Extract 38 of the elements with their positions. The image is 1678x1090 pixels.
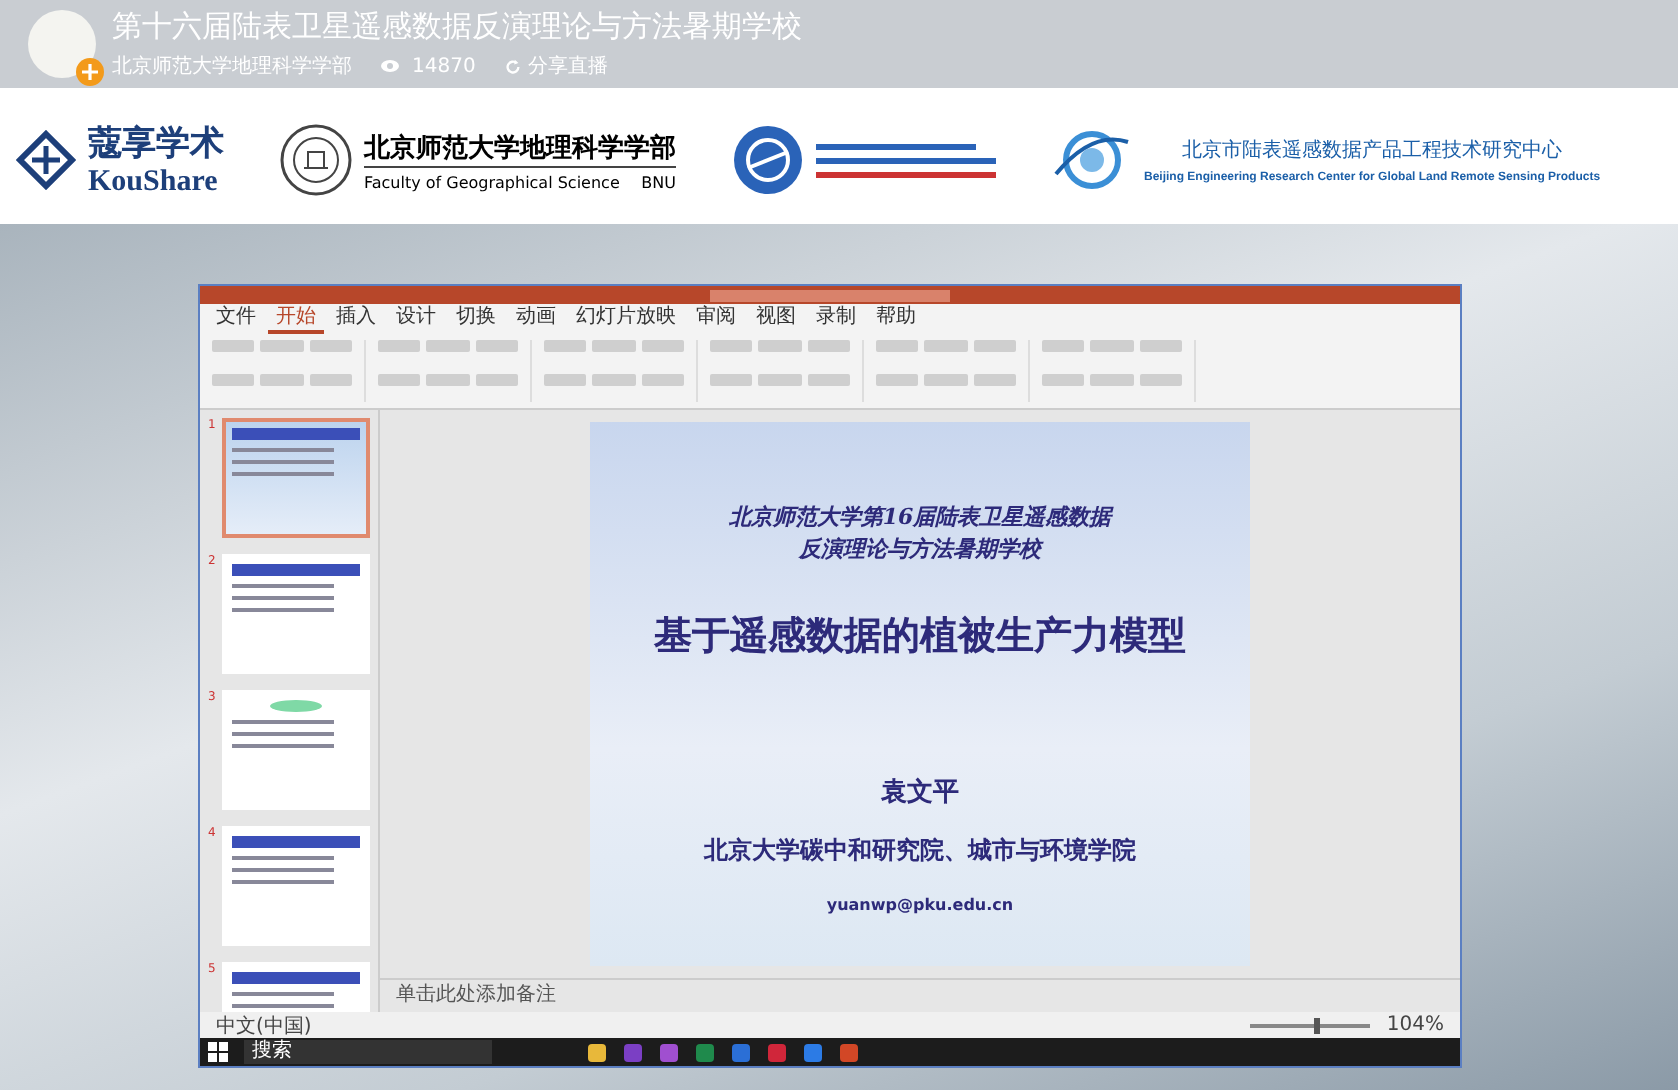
slide-thumbnail[interactable] <box>222 826 370 946</box>
taskbar-search-field[interactable]: 搜索 <box>244 1040 492 1064</box>
zoom-level: 104% <box>1386 1014 1444 1036</box>
language-status: 中文(中国) <box>216 1013 312 1039</box>
university-abbreviation: BNU <box>641 173 676 191</box>
ribbon-tab[interactable]: 设计 <box>388 304 444 334</box>
ribbon-tab[interactable]: 动画 <box>508 304 564 334</box>
koushare-logo-icon <box>16 130 76 190</box>
research-center-name: 北京市陆表遥感数据产品工程技术研究中心 <box>1182 137 1563 164</box>
plus-icon[interactable] <box>76 58 104 86</box>
research-center-logo-icon <box>1052 126 1132 194</box>
ribbon-tab[interactable]: 切换 <box>448 304 504 334</box>
eye-icon <box>380 56 400 76</box>
laboratory-logo-icon <box>732 124 804 196</box>
ribbon-tab[interactable]: 文件 <box>208 304 264 334</box>
slide-thumbnail[interactable] <box>222 690 370 810</box>
ribbon-tab[interactable]: 视图 <box>748 304 804 334</box>
ribbon-tab[interactable]: 审阅 <box>688 304 744 334</box>
ribbon-tab[interactable]: 录制 <box>808 304 864 334</box>
koushare-name-english: KouShare <box>88 166 220 200</box>
refresh-icon <box>503 57 522 75</box>
koushare-name: 蔻享学术 <box>88 122 224 166</box>
zoom-slider-thumb[interactable] <box>1314 1017 1321 1033</box>
author-name: 袁文平 <box>881 775 959 810</box>
faculty-name-english: Faculty of Geographical Science <box>364 173 620 191</box>
ribbon-tab[interactable]: 帮助 <box>868 304 924 334</box>
affiliation-text: 北京大学碳中和研究院、城市与环境学院 <box>704 834 1136 868</box>
school-title: 北京师范大学第16届陆表卫星遥感数据反演理论与方法暑期学校 <box>726 502 1116 566</box>
slide-title: 基于遥感数据的植被生产力模型 <box>654 612 1186 662</box>
university-seal-icon <box>280 124 352 196</box>
ribbon-tab[interactable]: 插入 <box>328 304 384 334</box>
slide-thumbnail[interactable] <box>222 554 370 674</box>
title-search-field[interactable] <box>710 289 950 301</box>
slide-thumbnail[interactable] <box>222 418 370 538</box>
email-text: yuanwp@pku.edu.cn <box>826 896 1014 914</box>
faculty-name: 北京师范大学地理科学学部 <box>364 129 676 167</box>
windows-start-icon[interactable] <box>208 1042 228 1062</box>
ribbon-tab[interactable]: 幻灯片放映 <box>568 304 684 334</box>
